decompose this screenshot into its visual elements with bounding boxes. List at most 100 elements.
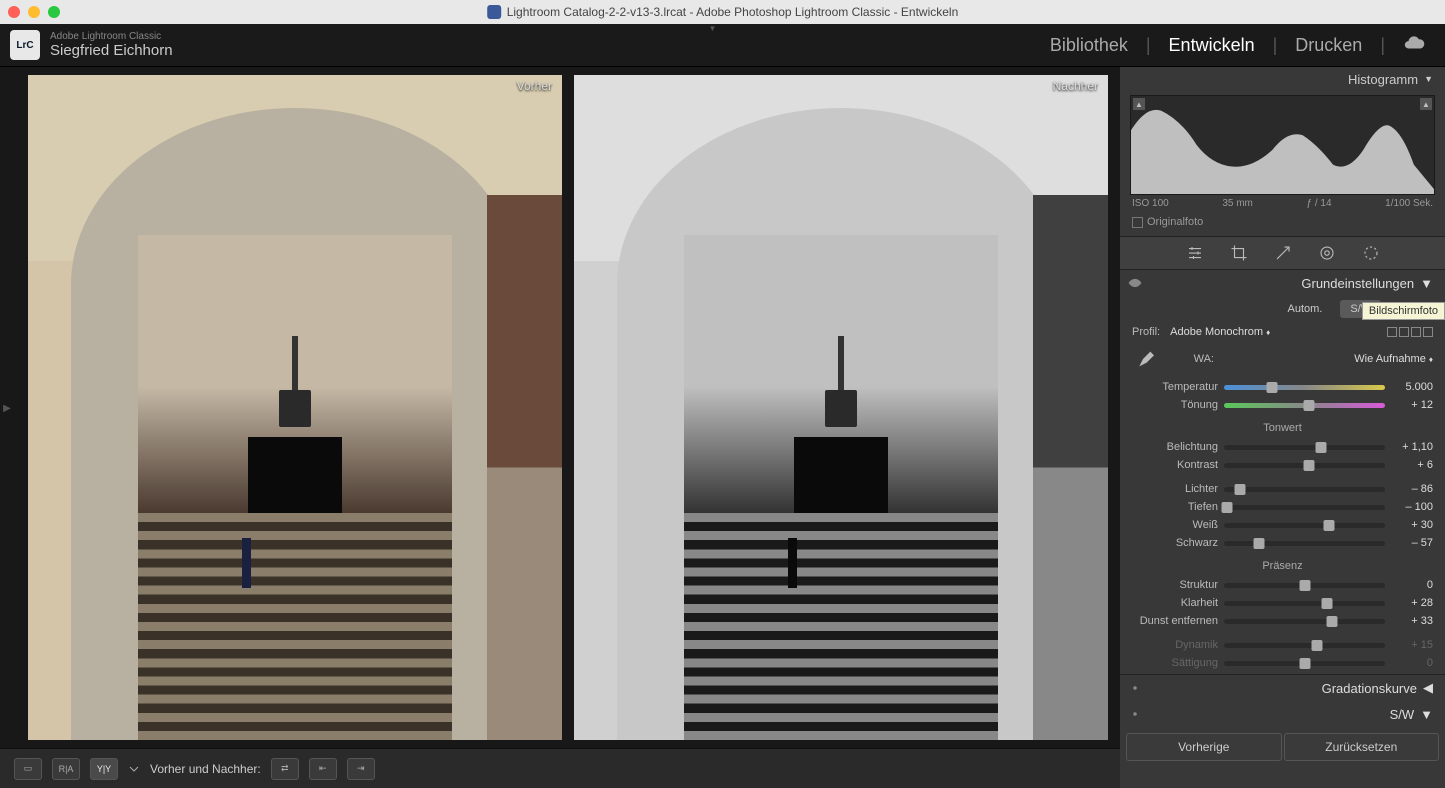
tone-title: Tonwert (1132, 418, 1433, 438)
wb-label: WA: (1164, 353, 1214, 365)
window-title: Lightroom Catalog-2-2-v13-3.lrcat - Adob… (487, 5, 959, 19)
traffic-lights (8, 6, 60, 18)
checkbox-icon (1132, 217, 1143, 228)
identity-plate[interactable]: LrC Adobe Lightroom Classic Siegfried Ei… (10, 30, 173, 60)
eye-toggle-icon[interactable] (1128, 681, 1142, 695)
tone-curve-header[interactable]: Gradationskurve ◀ (1120, 675, 1445, 701)
texture-slider[interactable]: Struktur0 (1132, 576, 1433, 594)
histogram-header[interactable]: Histogramm ▼ (1120, 67, 1445, 91)
highlight-clip-indicator[interactable]: ▲ (1420, 98, 1432, 110)
macos-titlebar: Lightroom Catalog-2-2-v13-3.lrcat - Adob… (0, 0, 1445, 24)
previous-button[interactable]: Vorherige (1126, 733, 1282, 761)
maximize-window-button[interactable] (48, 6, 60, 18)
module-develop[interactable]: Entwickeln (1169, 35, 1255, 56)
temperature-slider[interactable]: Temperatur 5.000 (1132, 378, 1433, 396)
profile-row: Profil: Adobe Monochrom ♦ (1120, 322, 1445, 342)
contrast-slider[interactable]: Kontrast+ 6 (1132, 456, 1433, 474)
profile-browser-icon[interactable] (1387, 327, 1433, 337)
loupe-view-button[interactable]: ▭ (14, 758, 42, 780)
auto-button[interactable]: Autom. (1278, 300, 1333, 318)
user-name-label: Siegfried Eichhorn (50, 42, 173, 59)
mask-icon[interactable] (1318, 244, 1336, 262)
content-area: Vorher Nachher ▭ R|A Y|Y Vo (0, 67, 1120, 788)
crop-icon[interactable] (1230, 244, 1248, 262)
basic-title: Grundeinstellungen (1301, 276, 1414, 291)
profile-dropdown[interactable]: Adobe Monochrom ♦ (1170, 326, 1377, 338)
brand-text: Adobe Lightroom Classic Siegfried Eichho… (50, 31, 173, 60)
close-window-button[interactable] (8, 6, 20, 18)
before-label: Vorher (517, 79, 552, 93)
module-print[interactable]: Drucken (1295, 35, 1362, 56)
highlights-slider[interactable]: Lichter– 86 (1132, 480, 1433, 498)
eye-toggle-icon[interactable] (1128, 707, 1142, 721)
wb-sliders: Temperatur 5.000 Tönung + 12 (1120, 376, 1445, 416)
copy-after-button[interactable]: ⇥ (347, 758, 375, 780)
shutter-label: 1/100 Sek. (1385, 198, 1433, 209)
tool-strip (1120, 236, 1445, 270)
bw-panel-header[interactable]: S/W ▼ (1120, 701, 1445, 727)
eyedropper-icon[interactable] (1132, 348, 1154, 370)
separator: | (1146, 35, 1151, 56)
clarity-slider[interactable]: Klarheit+ 28 (1132, 594, 1433, 612)
before-image[interactable]: Vorher (28, 75, 562, 740)
collapsed-panels: Gradationskurve ◀ S/W ▼ (1120, 674, 1445, 727)
wb-dropdown[interactable]: Wie Aufnahme ♦ (1224, 353, 1433, 365)
top-panel-collapse[interactable]: ▼ (709, 24, 737, 32)
window-title-text: Lightroom Catalog-2-2-v13-3.lrcat - Adob… (507, 5, 959, 19)
expand-icon: ◀ (1423, 680, 1433, 696)
edit-sliders-icon[interactable] (1186, 244, 1204, 262)
focal-label: 35 mm (1222, 198, 1253, 209)
copy-before-button[interactable]: ⇤ (309, 758, 337, 780)
secondary-toolbar: ▭ R|A Y|Y Vorher und Nachher: ⇄ ⇤ ⇥ (0, 748, 1120, 788)
tooltip: Bildschirmfoto (1362, 302, 1445, 320)
original-photo-checkbox[interactable]: Originalfoto (1130, 212, 1435, 232)
minimize-window-button[interactable] (28, 6, 40, 18)
presence-sliders: Präsenz Struktur0 Klarheit+ 28 Dunst ent… (1120, 554, 1445, 674)
redeye-icon[interactable] (1362, 244, 1380, 262)
collapse-icon: ▼ (1420, 276, 1433, 291)
separator: | (1273, 35, 1278, 56)
whitebalance-row: WA: Wie Aufnahme ♦ (1120, 342, 1445, 376)
saturation-slider[interactable]: Sättigung0 (1132, 654, 1433, 672)
original-label: Originalfoto (1147, 216, 1203, 228)
histogram-chart[interactable]: ▲ ▲ (1130, 95, 1435, 195)
image-preview (28, 75, 562, 740)
app-icon (487, 5, 501, 19)
tone-sliders: Tonwert Belichtung+ 1,10 Kontrast+ 6 Lic… (1120, 416, 1445, 554)
reference-view-button[interactable]: R|A (52, 758, 80, 780)
before-after-label: Vorher und Nachher: (150, 762, 261, 776)
expand-icon: ▼ (1420, 707, 1433, 722)
shadow-clip-indicator[interactable]: ▲ (1133, 98, 1145, 110)
shadows-slider[interactable]: Tiefen– 100 (1132, 498, 1433, 516)
exif-info: ISO 100 35 mm ƒ / 14 1/100 Sek. (1130, 195, 1435, 212)
module-picker: Bibliothek | Entwickeln | Drucken | (1050, 32, 1425, 59)
main-area: ▶ Vorher Nachher ▭ R|A (0, 67, 1445, 788)
cloud-sync-icon[interactable] (1403, 32, 1425, 59)
exposure-slider[interactable]: Belichtung+ 1,10 (1132, 438, 1433, 456)
aperture-label: ƒ / 14 (1307, 198, 1332, 209)
histogram-title: Histogramm (1348, 72, 1418, 87)
presence-title: Präsenz (1132, 556, 1433, 576)
module-library[interactable]: Bibliothek (1050, 35, 1128, 56)
before-after-yy-button[interactable]: Y|Y (90, 758, 118, 780)
eye-toggle-icon[interactable] (1128, 276, 1142, 290)
after-image[interactable]: Nachher (574, 75, 1108, 740)
reset-button[interactable]: Zurücksetzen (1284, 733, 1440, 761)
image-preview (574, 75, 1108, 740)
histogram-panel: ▲ ▲ ISO 100 35 mm ƒ / 14 1/100 Sek. Orig… (1120, 91, 1445, 236)
before-after-view: Vorher Nachher (0, 67, 1120, 748)
sidebar-footer: Vorherige Zurücksetzen (1120, 727, 1445, 767)
bw-title: S/W (1390, 707, 1415, 722)
lrc-logo-icon: LrC (10, 30, 40, 60)
tint-slider[interactable]: Tönung + 12 (1132, 396, 1433, 414)
profile-label: Profil: (1132, 326, 1160, 338)
whites-slider[interactable]: Weiß+ 30 (1132, 516, 1433, 534)
heal-icon[interactable] (1274, 244, 1292, 262)
view-dropdown-icon[interactable] (128, 763, 140, 775)
dehaze-slider[interactable]: Dunst entfernen+ 33 (1132, 612, 1433, 630)
vibrance-slider[interactable]: Dynamik+ 15 (1132, 636, 1433, 654)
after-label: Nachher (1053, 79, 1098, 93)
basic-panel-header[interactable]: Grundeinstellungen ▼ (1120, 270, 1445, 296)
swap-button[interactable]: ⇄ (271, 758, 299, 780)
blacks-slider[interactable]: Schwarz– 57 (1132, 534, 1433, 552)
